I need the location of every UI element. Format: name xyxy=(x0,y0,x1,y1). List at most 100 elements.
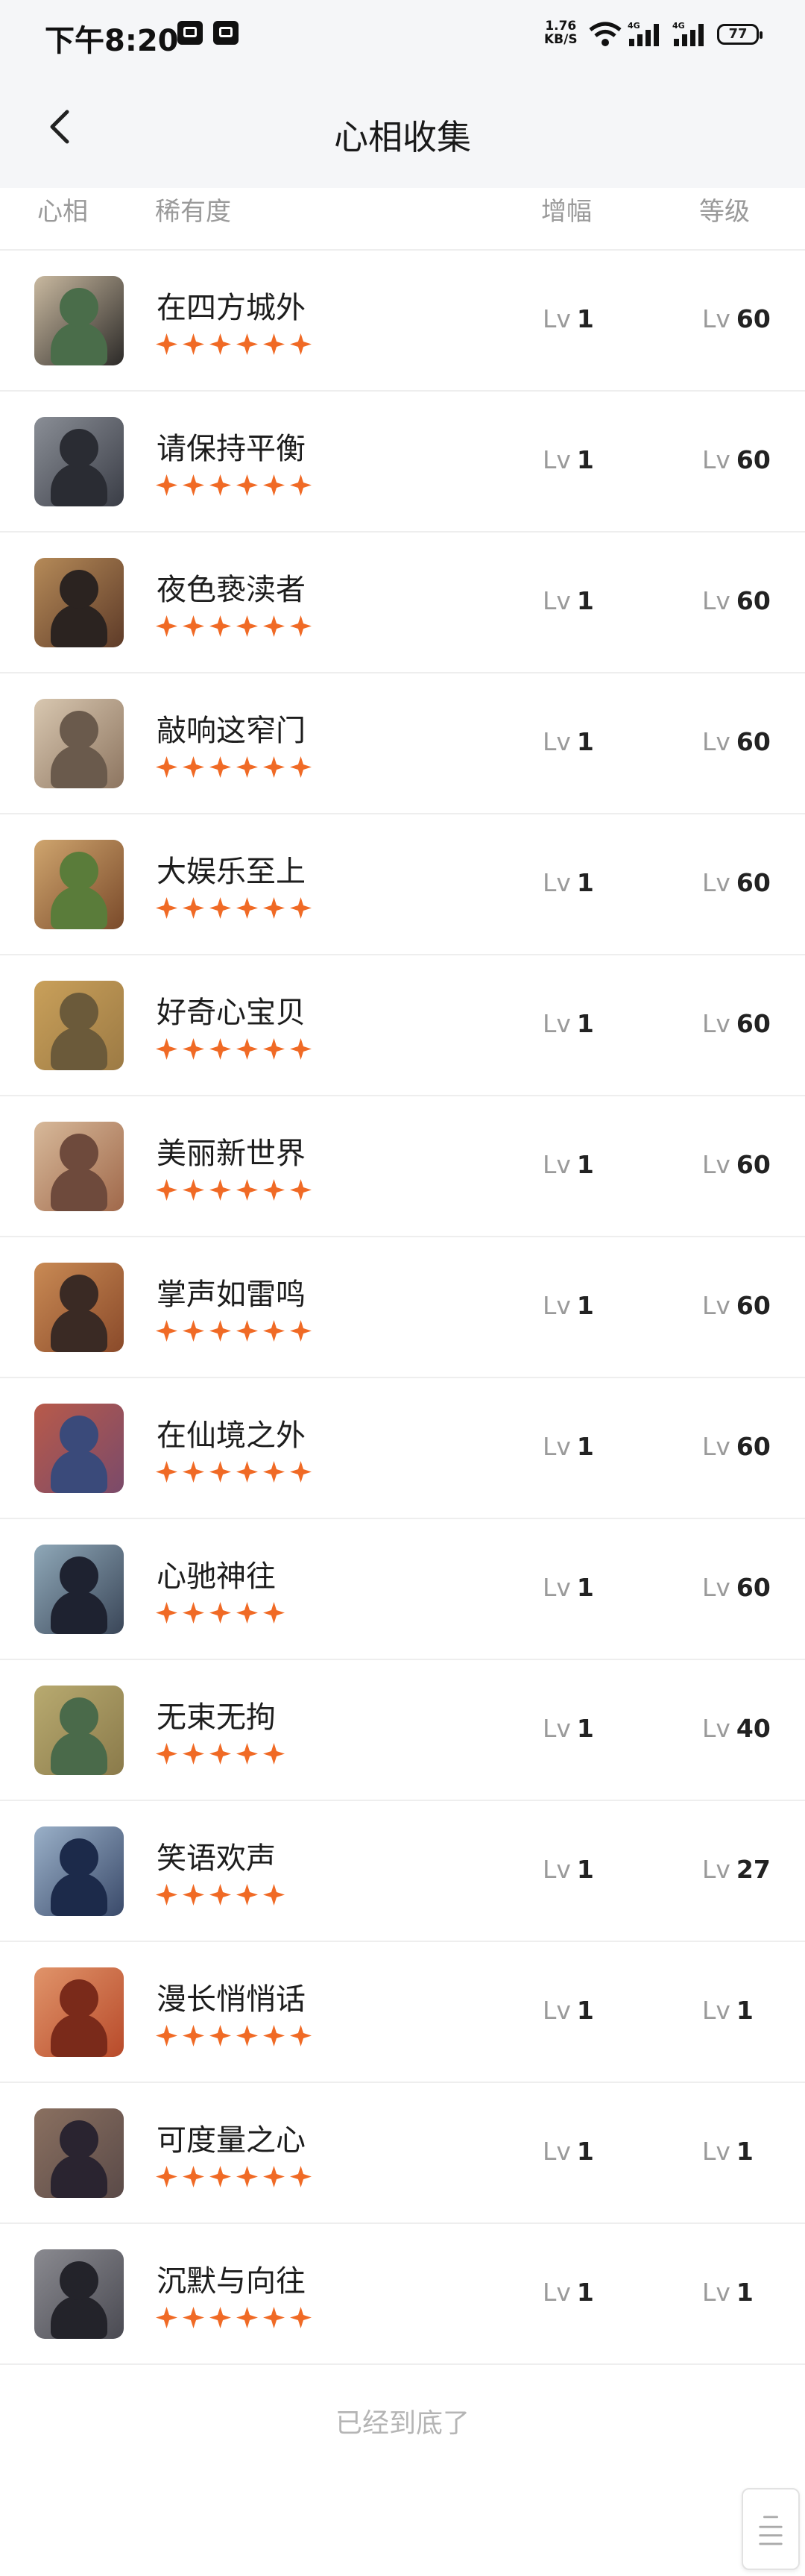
avatar-body xyxy=(51,463,107,506)
star-icon xyxy=(263,1743,285,1765)
lv-prefix: Lv xyxy=(543,1573,571,1602)
star-icon xyxy=(156,1320,177,1342)
gain-level-value: 1 xyxy=(576,868,594,897)
star-icon xyxy=(263,897,285,919)
list-item[interactable]: 漫长悄悄话 Lv 1 Lv 1 xyxy=(0,1942,805,2083)
lv-prefix: Lv xyxy=(702,445,730,474)
top-bar: 下午8:20 1.76 KB/S 4G 4G 77 心相收集 xyxy=(0,0,805,188)
character-level: Lv 27 xyxy=(702,1855,771,1884)
lv-prefix: Lv xyxy=(543,1009,571,1038)
lv-prefix: Lv xyxy=(543,1714,571,1743)
network-type-sim1: 4G xyxy=(628,21,640,31)
star-icon xyxy=(263,2307,285,2328)
rarity-stars xyxy=(155,1037,312,1064)
star-icon xyxy=(156,615,177,637)
item-name: 美丽新世界 xyxy=(157,1137,306,1171)
wifi-icon xyxy=(589,22,622,46)
character-level: Lv 1 xyxy=(702,1996,754,2025)
star-icon xyxy=(236,615,258,637)
star-icon xyxy=(183,2025,204,2046)
star-icon xyxy=(156,1038,177,1060)
list-item[interactable]: 大娱乐至上 Lv 1 Lv 60 xyxy=(0,814,805,955)
item-name: 掌声如雷鸣 xyxy=(157,1278,306,1312)
character-level-value: 60 xyxy=(736,727,771,756)
item-name: 在四方城外 xyxy=(157,291,306,325)
star-icon xyxy=(183,615,204,637)
list-item[interactable]: 笑语欢声 Lv 1 Lv 27 xyxy=(0,1801,805,1942)
star-icon xyxy=(263,1602,285,1624)
column-header-level: 等级 xyxy=(699,197,750,227)
avatar-body xyxy=(51,1732,107,1775)
lv-prefix: Lv xyxy=(543,1996,571,2025)
scroll-to-top-button[interactable] xyxy=(742,2488,800,2570)
star-icon xyxy=(290,2166,312,2187)
list-item[interactable]: 心驰神往 Lv 1 Lv 60 xyxy=(0,1519,805,1660)
character-level-value: 60 xyxy=(736,1009,771,1038)
lv-prefix: Lv xyxy=(543,445,571,474)
star-icon xyxy=(156,2025,177,2046)
star-icon xyxy=(236,1884,258,1906)
star-icon xyxy=(183,1743,204,1765)
status-bar: 下午8:20 1.76 KB/S 4G 4G 77 xyxy=(0,0,805,71)
star-icon xyxy=(236,1461,258,1483)
lv-prefix: Lv xyxy=(543,2278,571,2307)
avatar-body xyxy=(51,1450,107,1493)
star-icon xyxy=(209,615,231,637)
star-icon xyxy=(290,333,312,355)
gain-level-value: 1 xyxy=(576,727,594,756)
item-name: 可度量之心 xyxy=(157,2123,306,2158)
list-item[interactable]: 敲响这窄门 Lv 1 Lv 60 xyxy=(0,673,805,814)
lv-prefix: Lv xyxy=(702,1573,730,1602)
avatar xyxy=(34,840,124,929)
list-item[interactable]: 可度量之心 Lv 1 Lv 1 xyxy=(0,2083,805,2224)
star-icon xyxy=(209,1038,231,1060)
list-item[interactable]: 在四方城外 Lv 1 Lv 60 xyxy=(0,251,805,392)
list-item[interactable]: 沉默与向往 Lv 1 Lv 1 xyxy=(0,2224,805,2365)
list-item[interactable]: 夜色亵渎者 Lv 1 Lv 60 xyxy=(0,533,805,673)
character-level: Lv 60 xyxy=(702,1573,771,1602)
page-title: 心相收集 xyxy=(334,117,471,157)
star-icon xyxy=(263,1179,285,1201)
list-item[interactable]: 请保持平衡 Lv 1 Lv 60 xyxy=(0,392,805,533)
item-name: 无束无拘 xyxy=(157,1700,276,1735)
rarity-stars xyxy=(155,2306,312,2333)
lv-prefix: Lv xyxy=(702,1714,730,1743)
gain-level: Lv 1 xyxy=(543,445,594,474)
star-icon xyxy=(156,2307,177,2328)
rarity-stars xyxy=(155,474,312,500)
star-icon xyxy=(290,2307,312,2328)
avatar-body xyxy=(51,322,107,365)
avatar-head xyxy=(60,2261,98,2300)
lv-prefix: Lv xyxy=(543,1150,571,1179)
character-level-value: 27 xyxy=(736,1855,771,1884)
rarity-stars xyxy=(155,2165,312,2192)
avatar-head xyxy=(60,570,98,609)
item-name: 大娱乐至上 xyxy=(157,855,306,889)
rarity-stars xyxy=(155,1460,312,1487)
list-item[interactable]: 掌声如雷鸣 Lv 1 Lv 60 xyxy=(0,1237,805,1378)
character-level: Lv 40 xyxy=(702,1714,771,1743)
gain-level: Lv 1 xyxy=(543,1432,594,1461)
star-icon xyxy=(236,333,258,355)
rarity-stars xyxy=(155,615,312,641)
nav-bar: 心相收集 xyxy=(0,89,805,172)
star-icon xyxy=(209,1461,231,1483)
lv-prefix: Lv xyxy=(702,586,730,615)
list-item[interactable]: 无束无拘 Lv 1 Lv 40 xyxy=(0,1660,805,1801)
list-item[interactable]: 好奇心宝贝 Lv 1 Lv 60 xyxy=(0,955,805,1096)
avatar-head xyxy=(60,429,98,468)
star-icon xyxy=(290,1179,312,1201)
star-icon xyxy=(209,1602,231,1624)
star-icon xyxy=(290,897,312,919)
list-item[interactable]: 美丽新世界 Lv 1 Lv 60 xyxy=(0,1096,805,1237)
gain-level-value: 1 xyxy=(576,304,594,333)
avatar-body xyxy=(51,2296,107,2339)
star-icon xyxy=(183,1038,204,1060)
character-level-value: 60 xyxy=(736,586,771,615)
gain-level: Lv 1 xyxy=(543,1996,594,2025)
lv-prefix: Lv xyxy=(702,727,730,756)
list-item[interactable]: 在仙境之外 Lv 1 Lv 60 xyxy=(0,1378,805,1519)
gain-level: Lv 1 xyxy=(543,1291,594,1320)
rarity-stars xyxy=(155,2024,312,2051)
lv-prefix: Lv xyxy=(543,586,571,615)
